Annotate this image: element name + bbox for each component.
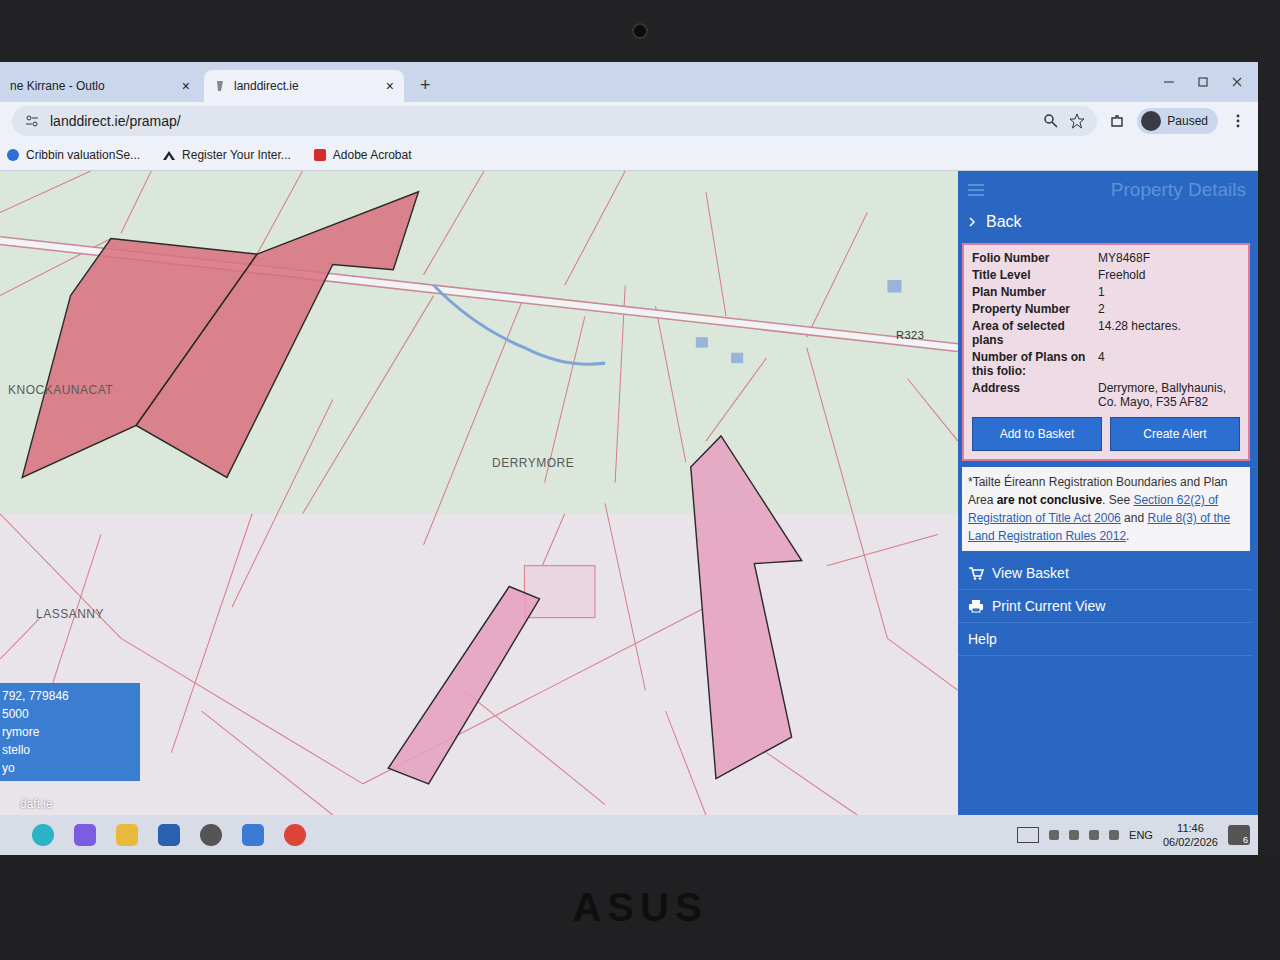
keyboard-icon[interactable] <box>1017 827 1039 843</box>
bookmark[interactable]: Adobe Acrobat <box>313 148 412 162</box>
minimize-icon[interactable] <box>1162 75 1176 89</box>
disclaimer-text: . See <box>1102 493 1133 507</box>
disclaimer: *Tailte Éireann Registration Boundaries … <box>962 467 1250 551</box>
tab-close-button[interactable]: × <box>386 78 394 94</box>
address-field[interactable]: landdirect.ie/pramap/ <box>12 106 1097 136</box>
panel-menu-item[interactable]: Help <box>958 623 1252 656</box>
avatar-icon <box>1141 111 1161 131</box>
globe-icon <box>6 148 20 162</box>
browser-tab[interactable]: ne Kirrane - Outlo× <box>0 70 200 102</box>
land-parcel[interactable] <box>691 436 802 779</box>
network-icon[interactable] <box>1069 830 1079 840</box>
field-label: Plan Number <box>972 285 1092 299</box>
townland-label: DERRYMORE <box>492 456 574 470</box>
camera-icon <box>632 23 648 39</box>
bottom-bezel: ASUS <box>0 855 1280 960</box>
laptop-brand: ASUS <box>572 885 707 930</box>
field-value: 2 <box>1098 302 1240 316</box>
site-icon <box>214 80 226 92</box>
bookmarks-bar: Cribbin valuationSe... Register Your Inte… <box>0 140 1258 171</box>
field-value: 4 <box>1098 350 1240 378</box>
taskbar: ENG 11:4606/02/2026 6 <box>0 815 1258 855</box>
language-indicator[interactable]: ENG <box>1129 829 1153 841</box>
close-window-icon[interactable] <box>1230 75 1244 89</box>
field-value: 1 <box>1098 285 1240 299</box>
store-icon[interactable] <box>242 824 264 846</box>
notification-button[interactable]: 6 <box>1228 825 1250 845</box>
volume-icon[interactable] <box>1109 830 1119 840</box>
copilot-icon[interactable] <box>74 824 96 846</box>
back-link[interactable]: Back <box>958 205 1252 239</box>
star-icon[interactable] <box>1069 113 1085 129</box>
land-parcel[interactable] <box>388 586 539 783</box>
disclaimer-text: . <box>1126 529 1129 543</box>
panel-button[interactable]: Add to Basket <box>972 417 1102 451</box>
panel-button[interactable]: Create Alert <box>1110 417 1240 451</box>
property-panel: Property Details Back Folio Number MY8468F T… <box>958 171 1258 815</box>
field-label: Address <box>972 381 1092 409</box>
panel-menu-item[interactable]: Print Current View <box>958 590 1252 623</box>
acrobat-icon <box>313 148 327 162</box>
top-bezel <box>0 0 1280 62</box>
field-value: Derrymore, Ballyhaunis, Co. Mayo, F35 AF… <box>1098 381 1240 409</box>
disclaimer-text: and <box>1121 511 1148 525</box>
field-value: MY8468F <box>1098 251 1240 265</box>
road-label: R323 <box>896 329 924 341</box>
field-label: Number of Plans on this folio: <box>972 350 1092 378</box>
townland-label: KNOCKAUNACAT <box>8 383 113 397</box>
side-bezel <box>1258 62 1280 855</box>
restore-icon[interactable] <box>1196 75 1210 89</box>
battery-icon[interactable] <box>1089 830 1099 840</box>
watermark: daft.ie <box>20 797 53 811</box>
edge-icon[interactable] <box>32 824 54 846</box>
field-label: Title Level <box>972 268 1092 282</box>
profile-button[interactable]: Paused <box>1137 108 1218 134</box>
panel-menu-item[interactable]: View Basket <box>958 557 1252 590</box>
chevron-icon <box>968 217 976 227</box>
field-label: Area of selected plans <box>972 319 1092 347</box>
field-value: Freehold <box>1098 268 1240 282</box>
word-icon[interactable] <box>158 824 180 846</box>
settings-icon[interactable] <box>200 824 222 846</box>
new-tab-button[interactable]: + <box>408 75 443 102</box>
screen: ne Kirrane - Outlo×landdirect.ie×+landdi… <box>0 62 1258 855</box>
address-bar-row: landdirect.ie/pramap/Paused <box>0 102 1258 140</box>
extensions-icon[interactable] <box>1109 113 1125 129</box>
tray-arrow-icon[interactable] <box>1049 830 1059 840</box>
land-parcel[interactable] <box>136 192 418 478</box>
field-label: Folio Number <box>972 251 1092 265</box>
map[interactable]: KNOCKAUNACAT DERRYMORE LASSANNY R323 792, 77… <box>0 171 958 815</box>
townland-label: LASSANNY <box>36 607 104 621</box>
bookmark[interactable]: Register Your Inter... <box>162 148 291 162</box>
bookmark[interactable]: Cribbin valuationSe... <box>6 148 140 162</box>
printer-icon <box>968 599 984 613</box>
system-tray: ENG 11:4606/02/2026 6 <box>1017 821 1250 849</box>
browser-tab[interactable]: landdirect.ie× <box>204 70 404 102</box>
zoom-icon[interactable] <box>1043 113 1059 129</box>
map-canvas[interactable] <box>0 171 958 815</box>
tab-close-button[interactable]: × <box>182 78 190 94</box>
hamburger-icon[interactable] <box>968 183 984 197</box>
field-value: 14.28 hectares. <box>1098 319 1240 347</box>
mountain-icon <box>162 148 176 162</box>
cart-icon <box>968 566 984 580</box>
tab-strip: ne Kirrane - Outlo×landdirect.ie×+ <box>0 62 1258 102</box>
menu-icon[interactable] <box>1230 113 1246 129</box>
folder-icon[interactable] <box>116 824 138 846</box>
disclaimer-text: are not conclusive <box>997 493 1102 507</box>
clock[interactable]: 11:4606/02/2026 <box>1163 821 1218 849</box>
panel-title: Property Details <box>1111 179 1246 201</box>
property-card: Folio Number MY8468F Title Level Freehold Pl… <box>962 243 1250 461</box>
field-label: Property Number <box>972 302 1092 316</box>
chrome-icon[interactable] <box>284 824 306 846</box>
coordinate-info-box: 792, 7798465000rymorestelloyo <box>0 683 140 781</box>
site-settings-icon[interactable] <box>24 113 40 129</box>
laptop-photo: ne Kirrane - Outlo×landdirect.ie×+landdi… <box>0 0 1280 960</box>
